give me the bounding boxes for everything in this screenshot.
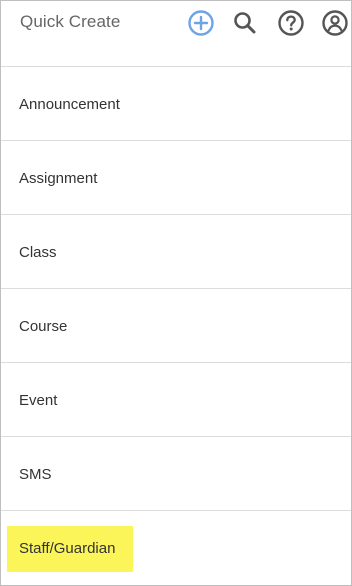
menu-item-label: SMS	[19, 466, 52, 483]
menu-item-label: Event	[19, 392, 58, 409]
menu-item-assignment[interactable]: Assignment	[1, 141, 351, 215]
menu-item-label: Announcement	[19, 96, 120, 113]
menu-item-sms[interactable]: SMS	[1, 437, 351, 511]
plus-circle-icon[interactable]	[187, 9, 215, 37]
menu-item-label: Course	[19, 318, 68, 335]
menu-item-announcement[interactable]: Announcement	[1, 67, 351, 141]
search-icon[interactable]	[231, 9, 259, 37]
menu-item-label: Assignment	[19, 170, 98, 187]
quick-create-header: Quick Create	[1, 1, 351, 67]
menu-item-label: Class	[19, 244, 57, 261]
help-circle-icon[interactable]	[277, 9, 305, 37]
account-icon[interactable]	[321, 9, 349, 37]
menu-item-staff-guardian[interactable]: Staff/Guardian	[1, 511, 351, 585]
quick-create-panel: Quick Create Announcement Assignment Cla…	[0, 0, 352, 586]
quick-create-menu: Announcement Assignment Class Course Eve…	[1, 67, 351, 585]
menu-item-course[interactable]: Course	[1, 289, 351, 363]
menu-item-class[interactable]: Class	[1, 215, 351, 289]
panel-title: Quick Create	[20, 12, 121, 31]
menu-item-label: Staff/Guardian	[19, 540, 116, 557]
menu-item-event[interactable]: Event	[1, 363, 351, 437]
